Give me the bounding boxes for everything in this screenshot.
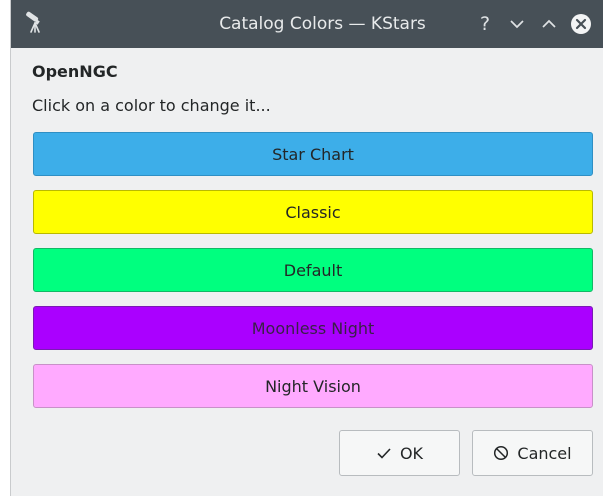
help-button[interactable]: ?: [473, 12, 497, 36]
maximize-button[interactable]: [537, 12, 561, 36]
minimize-button[interactable]: [505, 12, 529, 36]
ok-button[interactable]: OK: [339, 430, 460, 476]
default-color-button[interactable]: Default: [33, 248, 593, 292]
classic-color-button[interactable]: Classic: [33, 190, 593, 234]
instructions-label: Click on a color to change it...: [32, 96, 271, 115]
checkmark-icon: [376, 445, 392, 461]
cancel-button[interactable]: Cancel: [472, 430, 593, 476]
cancel-label: Cancel: [517, 443, 572, 463]
chevron-down-icon: [510, 20, 524, 29]
cancel-icon: [493, 445, 509, 461]
night-vision-color-button[interactable]: Night Vision: [33, 364, 593, 408]
close-button[interactable]: [569, 12, 593, 36]
chevron-up-icon: [542, 19, 556, 28]
catalog-colors-dialog: Catalog Colors — KStars ? OpenNGC Click …: [10, 0, 603, 496]
title-bar[interactable]: Catalog Colors — KStars ?: [11, 0, 603, 48]
ok-label: OK: [399, 443, 424, 463]
close-icon: [571, 14, 591, 34]
star-chart-color-button[interactable]: Star Chart: [33, 132, 593, 176]
catalog-name: OpenNGC: [32, 62, 118, 81]
moonless-night-color-button[interactable]: Moonless Night: [33, 306, 593, 350]
